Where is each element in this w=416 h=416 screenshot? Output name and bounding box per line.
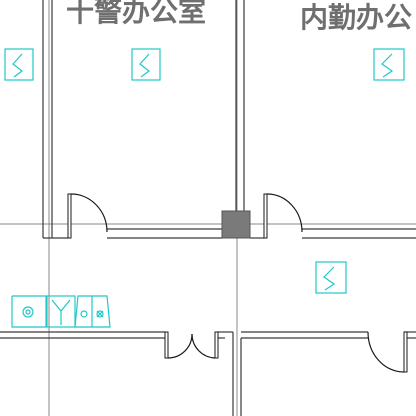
air-outlet-icon xyxy=(373,48,405,81)
air-outlet-icon xyxy=(4,48,34,81)
sanitary-fixtures-icon xyxy=(11,295,111,328)
axis-lines xyxy=(0,0,416,416)
door-lower-right xyxy=(367,331,408,373)
walls-vertical xyxy=(42,0,245,416)
floor-plan: 十警办公室 内勤办公 xyxy=(0,0,416,416)
air-outlet-icon xyxy=(315,261,347,294)
structural-column xyxy=(221,210,251,239)
air-outlet-icon xyxy=(131,48,161,81)
room-label-right: 内勤办公 xyxy=(300,2,412,33)
walls-horizontal xyxy=(0,228,416,339)
room-label-left: 十警办公室 xyxy=(66,0,206,27)
door-left-office xyxy=(67,193,108,239)
double-door-corridor xyxy=(164,331,219,359)
door-right-office xyxy=(263,193,303,239)
